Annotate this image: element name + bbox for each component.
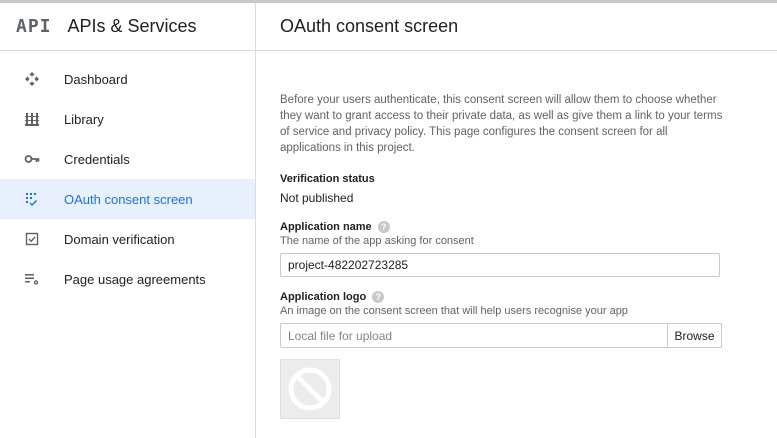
sidebar-item-page-usage-agreements[interactable]: Page usage agreements — [0, 259, 255, 299]
main-header: OAuth consent screen — [256, 3, 777, 51]
api-logo: API — [16, 16, 52, 37]
sidebar-item-label: Page usage agreements — [64, 271, 206, 287]
sidebar-nav: Dashboard Library Credentials OAuth cons… — [0, 51, 255, 299]
sidebar-item-oauth-consent-screen[interactable]: OAuth consent screen — [0, 179, 255, 219]
sidebar-item-dashboard[interactable]: Dashboard — [0, 59, 255, 99]
sidebar-header: API APIs & Services — [0, 3, 255, 51]
page-description: Before your users authenticate, this con… — [280, 94, 723, 154]
no-image-icon — [288, 367, 332, 411]
sidebar-item-label: OAuth consent screen — [64, 191, 193, 207]
dashboard-icon — [0, 71, 64, 87]
settings-list-icon — [0, 271, 64, 287]
application-name-section: Application name ? The name of the app a… — [280, 221, 726, 277]
application-logo-label-text: Application logo — [280, 291, 367, 303]
verification-status-label: Verification status — [280, 173, 375, 185]
logo-file-input[interactable] — [280, 323, 667, 348]
browse-button[interactable]: Browse — [667, 323, 722, 348]
sidebar-item-label: Credentials — [64, 151, 130, 167]
application-name-label: Application name ? — [280, 221, 726, 233]
logo-preview — [280, 359, 340, 419]
application-logo-label: Application logo ? — [280, 291, 726, 303]
library-icon — [0, 111, 64, 127]
consent-form: Before your users authenticate, this con… — [256, 51, 726, 419]
verification-section: Verification status Not published — [280, 173, 726, 205]
application-logo-section: Application logo ? An image on the conse… — [280, 291, 726, 419]
consent-icon — [0, 191, 64, 207]
application-name-input[interactable] — [280, 253, 720, 277]
sidebar-item-label: Domain verification — [64, 231, 175, 247]
sidebar-title: APIs & Services — [67, 16, 197, 36]
page-title: OAuth consent screen — [280, 16, 459, 36]
application-logo-hint: An image on the consent screen that will… — [280, 305, 628, 317]
application-name-label-text: Application name — [280, 221, 372, 233]
sidebar-item-domain-verification[interactable]: Domain verification — [0, 219, 255, 259]
key-icon — [0, 151, 64, 167]
verification-status-value: Not published — [280, 191, 354, 205]
sidebar-item-library[interactable]: Library — [0, 99, 255, 139]
file-upload-row: Browse — [280, 323, 726, 348]
help-icon[interactable]: ? — [377, 221, 390, 233]
application-name-hint: The name of the app asking for consent — [280, 235, 474, 247]
sidebar-item-label: Dashboard — [64, 71, 128, 87]
main-panel: OAuth consent screen Before your users a… — [256, 3, 777, 438]
sidebar-item-label: Library — [64, 111, 104, 127]
checkbox-icon — [0, 231, 64, 247]
help-icon[interactable]: ? — [372, 291, 385, 303]
sidebar: API APIs & Services Dashboard Library Cr… — [0, 3, 256, 438]
sidebar-item-credentials[interactable]: Credentials — [0, 139, 255, 179]
